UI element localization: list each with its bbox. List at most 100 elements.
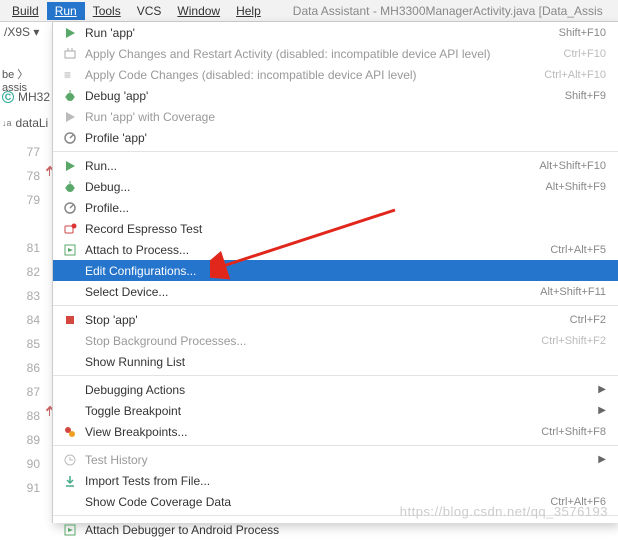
run-menu-panel: Run 'app'Shift+F10 Apply Changes and Rest… — [52, 22, 618, 523]
menu-item-label: Debugging Actions — [85, 383, 590, 397]
menu-separator — [53, 375, 618, 376]
submenu-arrow-icon: ▶ — [598, 384, 606, 395]
menu-item-label: Apply Code Changes (disabled: incompatib… — [85, 68, 524, 82]
line-number: 85 — [0, 332, 50, 356]
menu-item-label: Apply Changes and Restart Activity (disa… — [85, 47, 544, 61]
menu-item[interactable]: Toggle Breakpoint ▶ — [53, 400, 618, 421]
bug-green-icon — [61, 180, 79, 194]
line-number: 81 — [0, 236, 50, 260]
profile-icon — [61, 131, 79, 145]
file-tab[interactable]: C MH32 — [2, 90, 50, 104]
line-number: 77 — [0, 140, 50, 164]
menu-item: Test History▶ — [53, 449, 618, 470]
menu-vcs[interactable]: VCS — [129, 2, 170, 20]
menu-item[interactable]: Attach Debugger to Android Process — [53, 519, 618, 540]
apply-gray-icon — [61, 47, 79, 61]
menu-item-label: Test History — [85, 453, 590, 467]
stop-red-icon — [61, 313, 79, 327]
breakpoints-icon — [61, 425, 79, 439]
menu-item[interactable]: Edit Configurations... — [53, 260, 618, 281]
menu-item-label: Stop Background Processes... — [85, 334, 521, 348]
clock-gray-icon — [61, 453, 79, 467]
menu-separator — [53, 445, 618, 446]
line-number: 89 — [0, 428, 50, 452]
structure-item[interactable]: ↓a dataLi — [2, 116, 48, 130]
code-gray-icon: ≡ — [61, 68, 79, 82]
menu-item-label: View Breakpoints... — [85, 425, 521, 439]
menu-shortcut: Ctrl+Shift+F8 — [541, 426, 606, 438]
file-label: MH32 — [18, 90, 50, 104]
menu-item-label: Debug 'app' — [85, 89, 545, 103]
menu-separator — [53, 151, 618, 152]
menu-build[interactable]: Build — [4, 2, 47, 20]
line-number: 87 — [0, 380, 50, 404]
menu-item[interactable]: Run... Alt+Shift+F10 — [53, 155, 618, 176]
line-number: 86 — [0, 356, 50, 380]
play-green-icon — [61, 26, 79, 40]
menu-shortcut: Ctrl+Alt+F10 — [544, 69, 606, 81]
menu-item-label: Attach to Process... — [85, 243, 530, 257]
menu-item[interactable]: Stop 'app' Ctrl+F2 — [53, 309, 618, 330]
menu-item-label: Run 'app' — [85, 26, 539, 40]
menu-item-label: Edit Configurations... — [85, 264, 606, 278]
play-cover-gray-icon — [61, 110, 79, 124]
left-column: /X9S ▾ be 〉 assis C MH32 ↓a dataLi — [0, 22, 52, 42]
line-number: 84 — [0, 308, 50, 332]
record-red-icon — [61, 222, 79, 236]
menu-shortcut: Shift+F9 — [565, 90, 606, 102]
menu-shortcut: Alt+Shift+F9 — [545, 181, 606, 193]
menu-shortcut: Alt+Shift+F10 — [539, 160, 606, 172]
menu-item-label: Select Device... — [85, 285, 520, 299]
menu-item-label: Profile 'app' — [85, 131, 606, 145]
menu-item: Run 'app' with Coverage — [53, 106, 618, 127]
line-number: 88 — [0, 404, 50, 428]
menu-item[interactable]: Import Tests from File... — [53, 470, 618, 491]
line-number: 91 — [0, 476, 50, 500]
menu-item[interactable]: Profile 'app' — [53, 127, 618, 148]
menu-help[interactable]: Help — [228, 2, 269, 20]
menu-item-label: Attach Debugger to Android Process — [85, 523, 606, 537]
line-number: 78 — [0, 164, 50, 188]
import-icon — [61, 474, 79, 488]
play-green-icon — [61, 159, 79, 173]
menu-item[interactable]: Debugging Actions ▶ — [53, 379, 618, 400]
submenu-arrow-icon: ▶ — [598, 405, 606, 416]
menu-item[interactable]: Attach to Process...Ctrl+Alt+F5 — [53, 239, 618, 260]
attach-green-icon — [61, 243, 79, 257]
editor-gutter: 77 78 79 81 82 83 84 85 86 87 88 89 90 9… — [0, 140, 50, 500]
line-number: 83 — [0, 284, 50, 308]
menu-item[interactable]: Record Espresso Test — [53, 218, 618, 239]
menu-item-label: Run... — [85, 159, 519, 173]
menu-item[interactable]: Debug...Alt+Shift+F9 — [53, 176, 618, 197]
class-icon: C — [2, 91, 14, 103]
menu-shortcut: Ctrl+Shift+F2 — [541, 335, 606, 347]
menu-item-label: Profile... — [85, 201, 606, 215]
menu-run[interactable]: Run — [47, 2, 85, 20]
menu-item[interactable]: Run 'app'Shift+F10 — [53, 22, 618, 43]
menu-item-label: Record Espresso Test — [85, 222, 606, 236]
menu-item: Apply Changes and Restart Activity (disa… — [53, 43, 618, 64]
line-number: 90 — [0, 452, 50, 476]
menu-item-label: Stop 'app' — [85, 313, 550, 327]
device-selector[interactable]: /X9S ▾ — [0, 22, 52, 42]
menu-window[interactable]: Window — [169, 2, 228, 20]
bug-green-icon — [61, 89, 79, 103]
menu-item[interactable]: View Breakpoints... Ctrl+Shift+F8 — [53, 421, 618, 442]
menu-tools[interactable]: Tools — [85, 2, 129, 20]
menu-item[interactable]: Select Device... Alt+Shift+F11 — [53, 281, 618, 302]
menu-item: ≡ Apply Code Changes (disabled: incompati… — [53, 64, 618, 85]
menu-item-label: Toggle Breakpoint — [85, 404, 590, 418]
menu-item-label: Run 'app' with Coverage — [85, 110, 606, 124]
watermark: https://blog.csdn.net/qq_3576193 — [400, 504, 608, 519]
menu-shortcut: Ctrl+F2 — [570, 314, 606, 326]
line-number: 79 — [0, 188, 50, 212]
attach-green-icon — [61, 523, 79, 537]
menu-item[interactable]: Profile... — [53, 197, 618, 218]
menubar: Build Run Tools VCS Window Help Data Ass… — [0, 0, 618, 22]
menu-shortcut: Alt+Shift+F11 — [540, 286, 606, 298]
menu-item[interactable]: Debug 'app' Shift+F9 — [53, 85, 618, 106]
menu-item-label: Import Tests from File... — [85, 474, 606, 488]
menu-item[interactable]: Show Running List — [53, 351, 618, 372]
profile-icon — [61, 201, 79, 215]
structure-label: dataLi — [16, 116, 49, 130]
